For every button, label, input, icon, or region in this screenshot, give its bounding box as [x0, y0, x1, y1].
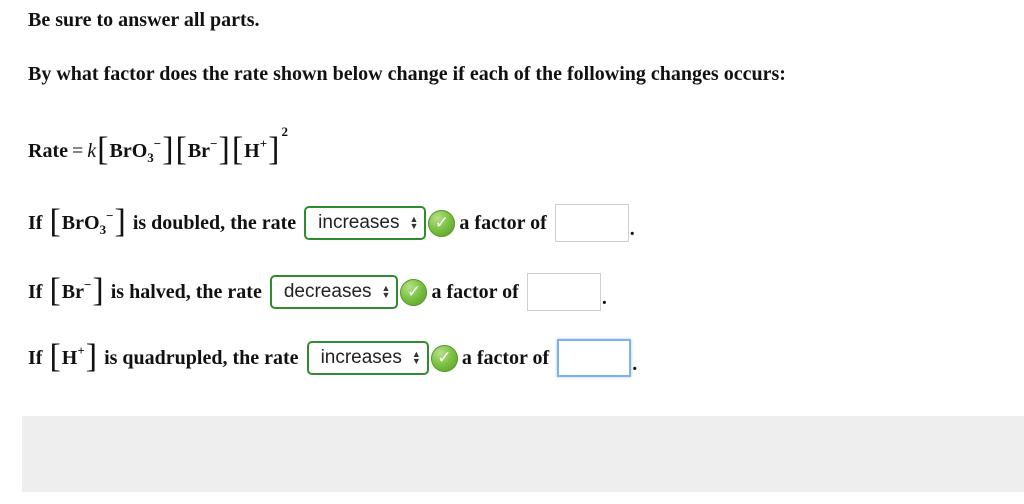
- factor-input[interactable]: [557, 339, 632, 377]
- br-species: Br−: [187, 135, 218, 162]
- bro3-species: BrO3−: [109, 135, 162, 165]
- right-bracket: ]: [114, 203, 126, 240]
- row-species: Br−: [61, 276, 92, 303]
- period: .: [629, 217, 635, 240]
- question-row-br: If [ Br− ] is halved, the rate decreases…: [28, 272, 607, 312]
- check-circle-icon: ✓: [400, 278, 428, 306]
- row-prefix: If: [28, 280, 43, 303]
- factor-input[interactable]: [526, 273, 601, 311]
- row-species: BrO3−: [61, 207, 114, 237]
- updown-arrows-icon: ▲ ▼: [409, 214, 419, 231]
- left-bracket: [: [175, 131, 187, 168]
- row-text: is doubled, the rate: [132, 211, 297, 234]
- left-bracket: [: [49, 203, 61, 240]
- equals-sign: =: [71, 139, 84, 162]
- selected-option: decreases: [283, 281, 372, 302]
- check-circle-icon: ✓: [428, 209, 456, 237]
- right-bracket: ]: [92, 272, 104, 309]
- row-suffix: a factor of: [431, 280, 519, 303]
- row-text: is quadrupled, the rate: [104, 346, 299, 369]
- left-bracket: [: [231, 131, 244, 168]
- updown-arrows-icon: ▲ ▼: [411, 349, 421, 366]
- footer-panel: [22, 416, 1024, 492]
- rate-label: Rate: [28, 139, 68, 162]
- right-bracket: ]: [162, 131, 174, 168]
- left-bracket: [: [49, 272, 61, 309]
- left-bracket: [: [97, 131, 109, 168]
- row-species: H+: [61, 342, 85, 369]
- check-circle-icon: ✓: [430, 344, 458, 372]
- row-text: is halved, the rate: [110, 280, 262, 303]
- row-suffix: a factor of: [459, 211, 547, 234]
- row-suffix: a factor of: [461, 346, 550, 369]
- rate-law: Rate = k [ BrO3− ] [ Br− ] [ H+ ] 2: [28, 124, 288, 175]
- selected-option: increases: [318, 212, 400, 233]
- selected-option: increases: [320, 347, 402, 368]
- right-bracket: ]: [268, 131, 280, 168]
- question-text: By what factor does the rate shown below…: [28, 63, 786, 85]
- factor-input[interactable]: [554, 204, 629, 242]
- row-prefix: If: [28, 346, 43, 369]
- period: .: [601, 286, 607, 309]
- period: .: [632, 352, 638, 375]
- right-bracket: ]: [218, 131, 230, 168]
- h-exponent: 2: [281, 124, 288, 139]
- h-species: H+: [244, 135, 268, 162]
- row-prefix: If: [28, 211, 43, 234]
- rate-constant: k: [87, 139, 97, 162]
- updown-arrows-icon: ▲ ▼: [381, 283, 391, 300]
- rate-change-select[interactable]: increases ▲ ▼: [304, 206, 427, 240]
- instructions: Be sure to answer all parts.: [28, 9, 260, 31]
- rate-change-select[interactable]: increases ▲ ▼: [306, 341, 429, 375]
- question-row-bro3: If [ BrO3− ] is doubled, the rate increa…: [28, 203, 635, 243]
- left-bracket: [: [49, 338, 61, 375]
- rate-change-select[interactable]: decreases ▲ ▼: [269, 275, 399, 309]
- question-row-h: If [ H+ ] is quadrupled, the rate increa…: [28, 338, 637, 378]
- right-bracket: ]: [85, 338, 98, 375]
